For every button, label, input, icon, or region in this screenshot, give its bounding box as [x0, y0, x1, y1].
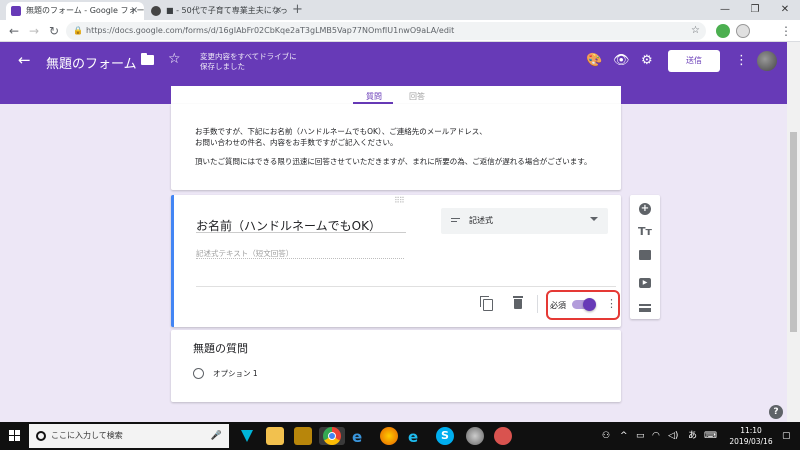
taskbar-search-input[interactable]: ここに入力して検索 🎤 — [29, 424, 229, 448]
more-vert-icon[interactable]: ⋮ — [735, 53, 748, 68]
keyboard-icon[interactable]: ⌨ — [704, 422, 717, 450]
duplicate-icon[interactable] — [480, 296, 493, 311]
app-icon[interactable] — [294, 427, 312, 445]
url-text: https://docs.google.com/forms/d/16gIAbFr… — [86, 26, 455, 35]
delete-trash-icon[interactable] — [513, 296, 523, 309]
description-line-2: お問い合わせの件名、内容をお手数ですがご記入ください。 — [195, 138, 398, 147]
title-underline — [196, 232, 406, 233]
tab-responses[interactable]: 回答 — [409, 91, 425, 102]
short-text-icon — [451, 218, 460, 224]
active-question-card[interactable]: ⠿⠿ お名前（ハンドルネームでもOK） 記述式 記述式テキスト（短文回答） 必須… — [171, 195, 621, 327]
description-line-3: 頂いたご質問にはできる限り迅速に回答させていただきますが、まれに所要の為、ご返信… — [195, 157, 592, 166]
url-input[interactable]: 🔒 https://docs.google.com/forms/d/16gIAb… — [66, 22, 706, 40]
footer-divider — [196, 286, 616, 287]
mic-icon[interactable]: 🎤 — [211, 424, 222, 448]
site-favicon-icon — [151, 6, 161, 16]
browser-tab-label: 無題のフォーム - Google フォーム — [26, 6, 144, 15]
close-icon[interactable]: ✕ — [274, 2, 282, 20]
search-placeholder: ここに入力して検索 — [51, 431, 123, 440]
wifi-icon[interactable]: ◠ — [652, 422, 660, 450]
new-tab-button[interactable]: + — [292, 2, 303, 18]
scrollbar[interactable] — [787, 42, 800, 422]
description-line-1: お手数ですが、下記にお名前（ハンドルネームでもOK）、ご連絡先のメールアドレス、 — [195, 127, 487, 136]
people-icon[interactable]: ⚇ — [602, 422, 610, 450]
section-icon[interactable] — [630, 298, 660, 311]
preview-eye-icon[interactable]: 👁 — [613, 53, 630, 68]
skype-icon[interactable]: S — [436, 427, 454, 445]
browser-tab-label: ■ - 50代で子育て専業主夫になっ… — [166, 6, 288, 15]
chrome-icon[interactable] — [319, 427, 345, 445]
ie-icon[interactable]: e — [408, 427, 426, 446]
answer-underline — [196, 258, 404, 259]
send-button[interactable]: 送信 — [668, 50, 720, 72]
avatar[interactable] — [757, 51, 777, 71]
vertical-divider — [537, 295, 538, 313]
extension-icon[interactable] — [716, 24, 730, 38]
browser-tab-forms[interactable]: 無題のフォーム - Google フォーム ✕ — [6, 2, 144, 20]
close-icon[interactable]: ✕ — [130, 2, 138, 20]
firefox-icon[interactable] — [380, 427, 398, 445]
browser-menu-icon[interactable]: ⋮ — [778, 23, 794, 39]
chevron-down-icon — [590, 217, 598, 221]
minimize-button[interactable]: — — [710, 0, 740, 20]
drag-handle-icon[interactable]: ⠿⠿ — [394, 196, 405, 205]
bookmark-star-icon[interactable]: ☆ — [691, 22, 700, 40]
question-type-dropdown[interactable]: 記述式 — [441, 208, 608, 234]
cortana-icon — [36, 431, 46, 441]
lock-icon: 🔒 — [73, 26, 83, 35]
app-icon[interactable] — [494, 427, 512, 445]
title-text-icon[interactable]: Tт — [630, 225, 660, 238]
network-icon[interactable]: ▭ — [636, 422, 645, 450]
question-type-label: 記述式 — [469, 216, 493, 225]
file-explorer-icon[interactable] — [266, 427, 284, 445]
clock[interactable]: 11:10 2019/03/16 — [728, 425, 774, 447]
back-arrow-icon[interactable]: ← — [6, 23, 22, 39]
windows-start-icon[interactable] — [9, 430, 21, 442]
scrollbar-thumb[interactable] — [790, 132, 797, 332]
tab-questions[interactable]: 質問 — [366, 91, 382, 102]
option-label: オプション 1 — [213, 369, 258, 378]
tray-up-icon[interactable]: ^ — [620, 422, 628, 450]
taskbar: ここに入力して検索 🎤 e e S ⚇ ^ ▭ ◠ ◁) あ ⌨ 11:10 2… — [0, 422, 800, 450]
star-icon[interactable]: ☆ — [168, 51, 181, 67]
floating-toolbar: + Tт ▶ — [630, 195, 660, 319]
add-question-icon[interactable]: + — [630, 201, 660, 215]
maximize-button[interactable]: ❐ — [740, 0, 770, 20]
palette-icon[interactable]: 🎨 — [586, 53, 602, 68]
red-highlight-annotation — [546, 290, 620, 320]
back-arrow-icon[interactable]: ← — [18, 51, 31, 69]
question-card-2[interactable]: 無題の質問 オプション 1 — [171, 330, 621, 402]
form-description-card[interactable]: お手数ですが、下記にお名前（ハンドルネームでもOK）、ご連絡先のメールアドレス、… — [171, 104, 621, 190]
reload-icon[interactable]: ↻ — [46, 23, 62, 39]
form-title[interactable]: 無題のフォーム — [46, 53, 137, 72]
forward-arrow-icon[interactable]: → — [26, 23, 42, 39]
browser-tab-blog[interactable]: ■ - 50代で子育て専業主夫になっ… ✕ — [146, 2, 288, 20]
app-icon[interactable] — [238, 427, 256, 445]
tabs-bar: 質問 回答 — [171, 86, 621, 104]
save-status: 変更内容をすべてドライブに保存しました — [200, 52, 297, 71]
ime-indicator[interactable]: あ — [688, 422, 697, 450]
clock-time: 11:10 — [740, 426, 762, 435]
notifications-icon[interactable]: ▢ — [782, 422, 791, 450]
question-title: 無題の質問 — [193, 342, 248, 355]
image-icon[interactable] — [630, 250, 660, 263]
radio-button — [193, 368, 204, 379]
browser-tab-strip: 無題のフォーム - Google フォーム ✕ ■ - 50代で子育て専業主夫に… — [0, 0, 800, 20]
folder-icon[interactable] — [141, 53, 154, 65]
volume-icon[interactable]: ◁) — [668, 422, 678, 450]
video-icon[interactable]: ▶ — [630, 274, 660, 288]
clock-date: 2019/03/16 — [729, 437, 773, 446]
help-icon[interactable]: ? — [769, 405, 783, 419]
profile-icon[interactable] — [736, 24, 750, 38]
window-close-button[interactable]: ✕ — [770, 0, 800, 20]
forms-favicon-icon — [11, 6, 21, 16]
app-icon[interactable] — [466, 427, 484, 445]
address-bar: ← → ↻ 🔒 https://docs.google.com/forms/d/… — [0, 20, 800, 42]
settings-gear-icon[interactable]: ⚙ — [641, 53, 653, 68]
edge-icon[interactable]: e — [352, 427, 370, 446]
